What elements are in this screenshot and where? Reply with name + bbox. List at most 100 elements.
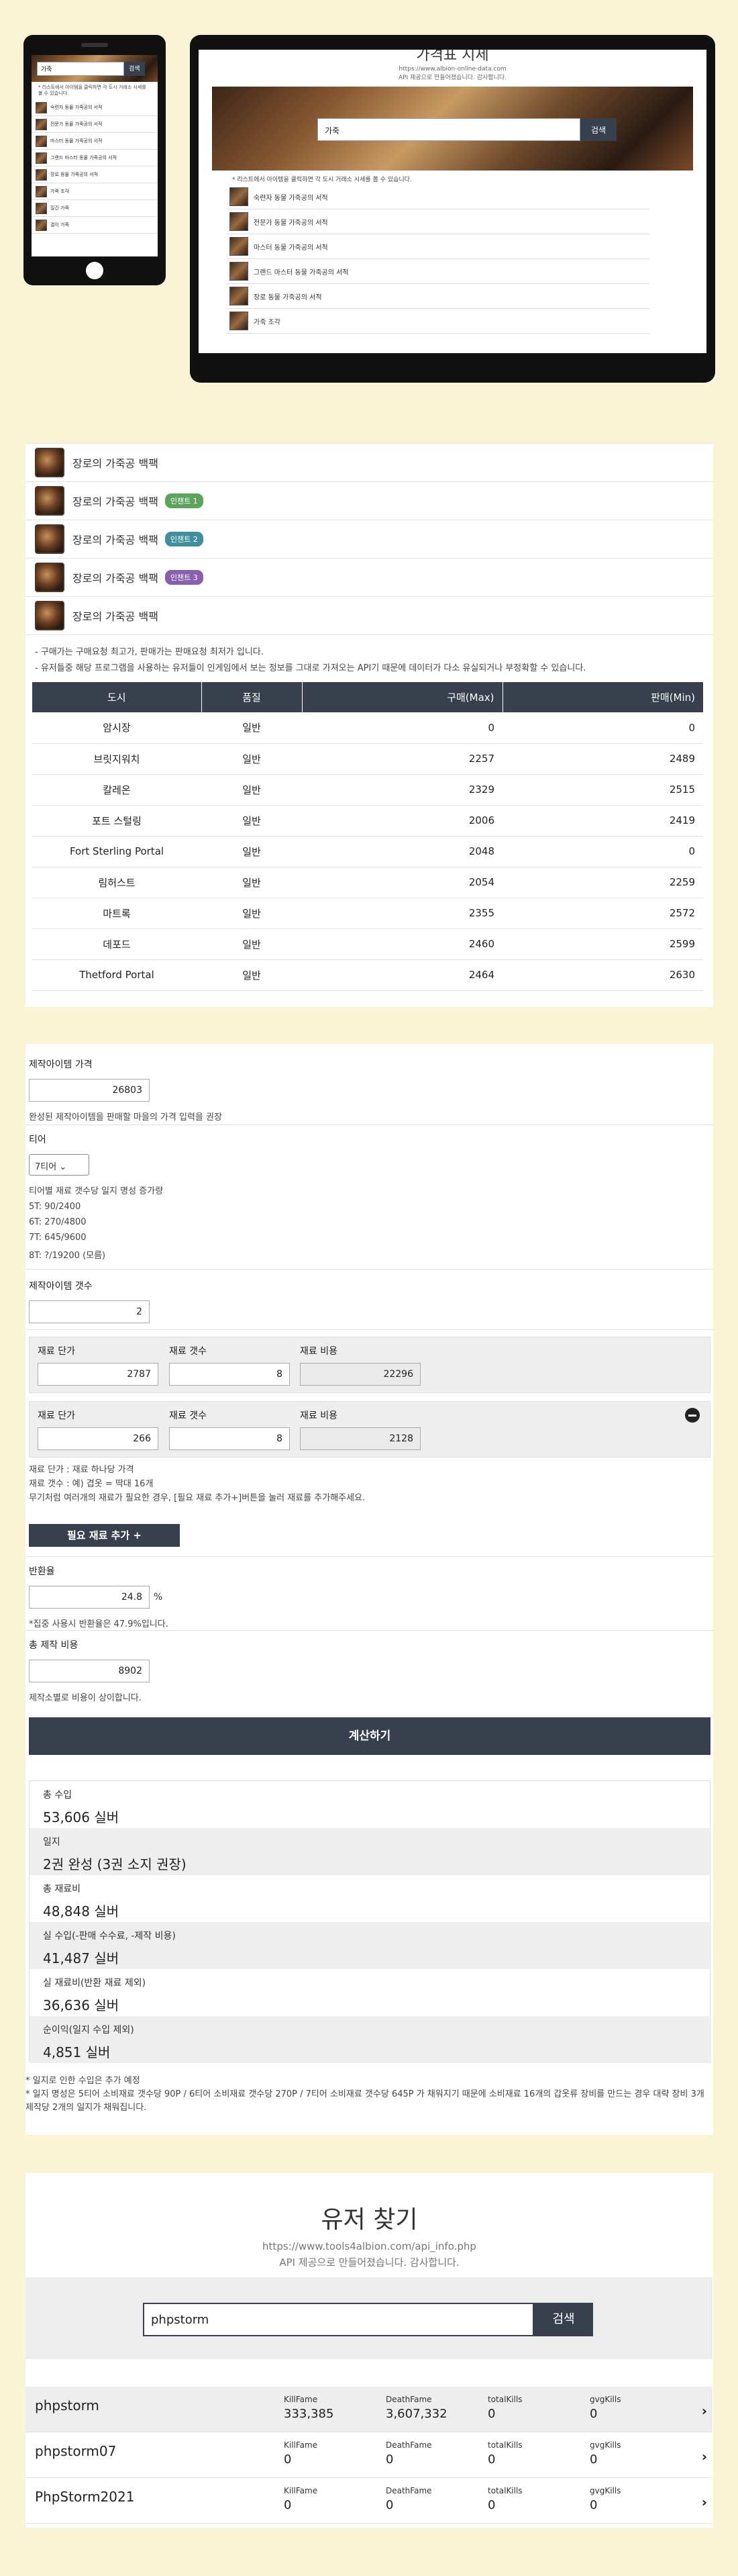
- backpack-icon: [35, 486, 64, 516]
- col-header-city[interactable]: 도시: [32, 682, 202, 712]
- item-thumbnail-icon: [229, 212, 248, 231]
- phone-list-item[interactable]: 결이 가죽: [32, 217, 158, 234]
- return-rate-unit: %: [154, 1592, 163, 1603]
- phone-list-item[interactable]: 가죽 조각: [32, 183, 158, 200]
- cell-city: 마트록: [32, 898, 201, 929]
- user-name[interactable]: phpstorm07: [35, 2443, 116, 2459]
- phone-search-button[interactable]: 검색: [124, 62, 145, 76]
- chevron-right-icon[interactable]: ›: [702, 2448, 707, 2465]
- chevron-right-icon[interactable]: ›: [702, 2494, 707, 2510]
- material-count-input[interactable]: 8: [169, 1427, 290, 1450]
- table-row: 림허스트 일반 2054 2259: [32, 867, 703, 898]
- user-name[interactable]: PhpStorm2021: [35, 2489, 134, 2505]
- user-stat-label: gvgKills: [590, 2486, 621, 2495]
- price-item-row[interactable]: 장로의 가죽공 백팩: [25, 444, 713, 482]
- tablet-list-item[interactable]: 그랜드 마스터 동물 가죽공의 서적: [227, 259, 649, 284]
- user-stat-value: 0: [590, 2407, 598, 2421]
- tier-label: 티어: [29, 1135, 46, 1145]
- phone-mockup: 가죽 검색 * 리스트에서 아이템을 클릭하면 각 도시 거래소 시세를 볼 수…: [23, 35, 166, 285]
- price-item-row[interactable]: 장로의 가죽공 백팩 인챈트 2: [25, 520, 713, 559]
- add-material-button[interactable]: 필요 재료 추가 +: [29, 1524, 180, 1547]
- result-value: 36,636 실버: [43, 1997, 119, 2013]
- price-item-row[interactable]: 장로의 가죽공 백팩: [25, 597, 713, 635]
- phone-list-item[interactable]: 질긴 가죽: [32, 200, 158, 217]
- cell-sell: 2489: [503, 743, 703, 775]
- tablet-list-item[interactable]: 가죽 조각: [227, 309, 649, 334]
- tablet-url[interactable]: https://www.albion-online-data.com: [199, 66, 706, 73]
- user-stat: gvgKills 0: [590, 2486, 621, 2512]
- craft-fee-hint: 제작소별로 비용이 상이합니다.: [29, 1693, 142, 1703]
- material-unit-input[interactable]: 266: [38, 1427, 158, 1450]
- phone-list-item[interactable]: 숙련자 동물 가죽공의 서적: [32, 99, 158, 116]
- user-name[interactable]: phpstorm: [35, 2397, 99, 2414]
- price-item-row[interactable]: 장로의 가죽공 백팩 인챈트 1: [25, 482, 713, 520]
- tablet-credit: API 제공으로 만들어졌습니다. 감사합니다.: [398, 75, 507, 81]
- user-stat-value: 3,607,332: [386, 2407, 447, 2421]
- user-api-url[interactable]: https://www.tools4albion.com/api_info.ph…: [25, 2240, 713, 2252]
- tablet-list-item[interactable]: 전문가 동물 가죽공의 서적: [227, 209, 649, 234]
- material-unit-input[interactable]: 2787: [38, 1363, 158, 1386]
- return-rate-input[interactable]: 24.8: [29, 1586, 150, 1609]
- tablet-list-item-label: 그랜드 마스터 동물 가죽공의 서적: [254, 269, 349, 277]
- phone-list-item-label: 숙련자 동물 가죽공의 서적: [50, 105, 103, 110]
- price-item-row[interactable]: 장로의 가죽공 백팩 인챈트 3: [25, 559, 713, 597]
- result-value: 2권 완성 (3권 소지 권장): [43, 1856, 187, 1872]
- tablet-search-input[interactable]: 가죽: [317, 118, 580, 141]
- user-search-input[interactable]: phpstorm: [143, 2303, 534, 2336]
- cell-sell: 2630: [503, 959, 703, 991]
- table-row: 브릿지워치 일반 2257 2489: [32, 743, 703, 775]
- phone-home-button: [86, 262, 103, 279]
- cell-city: 암시장: [32, 712, 201, 744]
- table-row: 칼레온 일반 2329 2515: [32, 774, 703, 806]
- user-result-row[interactable]: phpstorm KillFame 333,385 DeathFame 3,607,33…: [25, 2387, 713, 2432]
- backpack-icon: [35, 563, 64, 592]
- col-header-sell[interactable]: 판매(Min): [503, 682, 703, 712]
- phone-list-item[interactable]: 전문가 동물 가죽공의 서적: [32, 116, 158, 133]
- phone-list-item-label: 그랜드 마스터 동물 가죽공의 서적: [50, 155, 117, 160]
- calculate-button[interactable]: 계산하기: [29, 1717, 710, 1755]
- tablet-list-item-label: 숙련자 동물 가죽공의 서적: [254, 194, 328, 202]
- table-row: Fort Sterling Portal 일반 2048 0: [32, 836, 703, 867]
- phone-list-item[interactable]: 마스터 동물 가죽공의 서적: [32, 133, 158, 150]
- user-credit: API 제공으로 만들어졌습니다. 감사합니다.: [279, 2256, 460, 2269]
- material-note: 재료 단가 : 재료 하나당 가격: [29, 1465, 134, 1475]
- cell-quality: 일반: [201, 743, 302, 775]
- cell-buy: 0: [302, 712, 503, 744]
- col-header-quality[interactable]: 품질: [201, 682, 303, 712]
- tablet-list-item[interactable]: 숙련자 동물 가죽공의 서적: [227, 185, 649, 209]
- phone-list-item[interactable]: 장로 동물 가죽공의 서적: [32, 166, 158, 183]
- phone-list-item[interactable]: 그랜드 마스터 동물 가죽공의 서적: [32, 150, 158, 166]
- tablet-title: 가격표 지세: [416, 50, 489, 64]
- chevron-right-icon[interactable]: ›: [702, 2403, 707, 2419]
- price-item-label: 장로의 가죽공 백팩: [72, 495, 158, 508]
- remove-material-icon[interactable]: [685, 1408, 700, 1423]
- user-stat-label: totalKills: [488, 2395, 523, 2404]
- tablet-list-item-label: 장로 동물 가죽공의 서적: [254, 293, 322, 301]
- cell-quality: 일반: [201, 928, 302, 960]
- tablet-search-button[interactable]: 검색: [580, 118, 617, 141]
- tier-select[interactable]: 7티어 ⌄: [29, 1154, 89, 1176]
- material-row: 재료 단가 2787 재료 갯수 8 재료 비용 22296: [29, 1337, 710, 1393]
- craft-fee-input[interactable]: 8902: [29, 1660, 150, 1682]
- user-search-button[interactable]: 검색: [534, 2303, 593, 2336]
- material-unit-label: 재료 단가: [38, 1411, 75, 1421]
- material-count-input[interactable]: 8: [169, 1363, 290, 1386]
- cell-sell: 2599: [503, 928, 703, 960]
- col-header-buy[interactable]: 구매(Max): [302, 682, 503, 712]
- craft-price-input[interactable]: 26803: [29, 1079, 150, 1102]
- cell-sell: 2572: [503, 898, 703, 929]
- user-result-row[interactable]: PhpStorm2021 KillFame 0 DeathFame 0 totalKill…: [25, 2478, 713, 2524]
- tablet-list-item[interactable]: 장로 동물 가죽공의 서적: [227, 284, 649, 309]
- phone-list-item-label: 질긴 가죽: [50, 205, 69, 211]
- material-count-label: 재료 갯수: [169, 1411, 207, 1421]
- tablet-list-item[interactable]: 마스터 동물 가죽공의 서적: [227, 234, 649, 259]
- result-value: 53,606 실버: [43, 1809, 119, 1825]
- user-result-row[interactable]: phpstorm07 KillFame 0 DeathFame 0 totalKills 0…: [25, 2432, 713, 2478]
- phone-search-input[interactable]: 가죽: [37, 62, 124, 76]
- result-value: 4,851 실버: [43, 2044, 111, 2060]
- result-row: 실 재료비(반환 재료 제외) 36,636 실버: [30, 1969, 711, 2016]
- phone-note: * 리스트에서 아이템을 클릭하면 각 도시 거래소 시세를 볼 수 있습니다.: [38, 85, 146, 96]
- table-row: 포트 스털링 일반 2006 2419: [32, 805, 703, 837]
- material-count-label: 재료 갯수: [169, 1346, 207, 1357]
- craft-count-input[interactable]: 2: [29, 1300, 150, 1323]
